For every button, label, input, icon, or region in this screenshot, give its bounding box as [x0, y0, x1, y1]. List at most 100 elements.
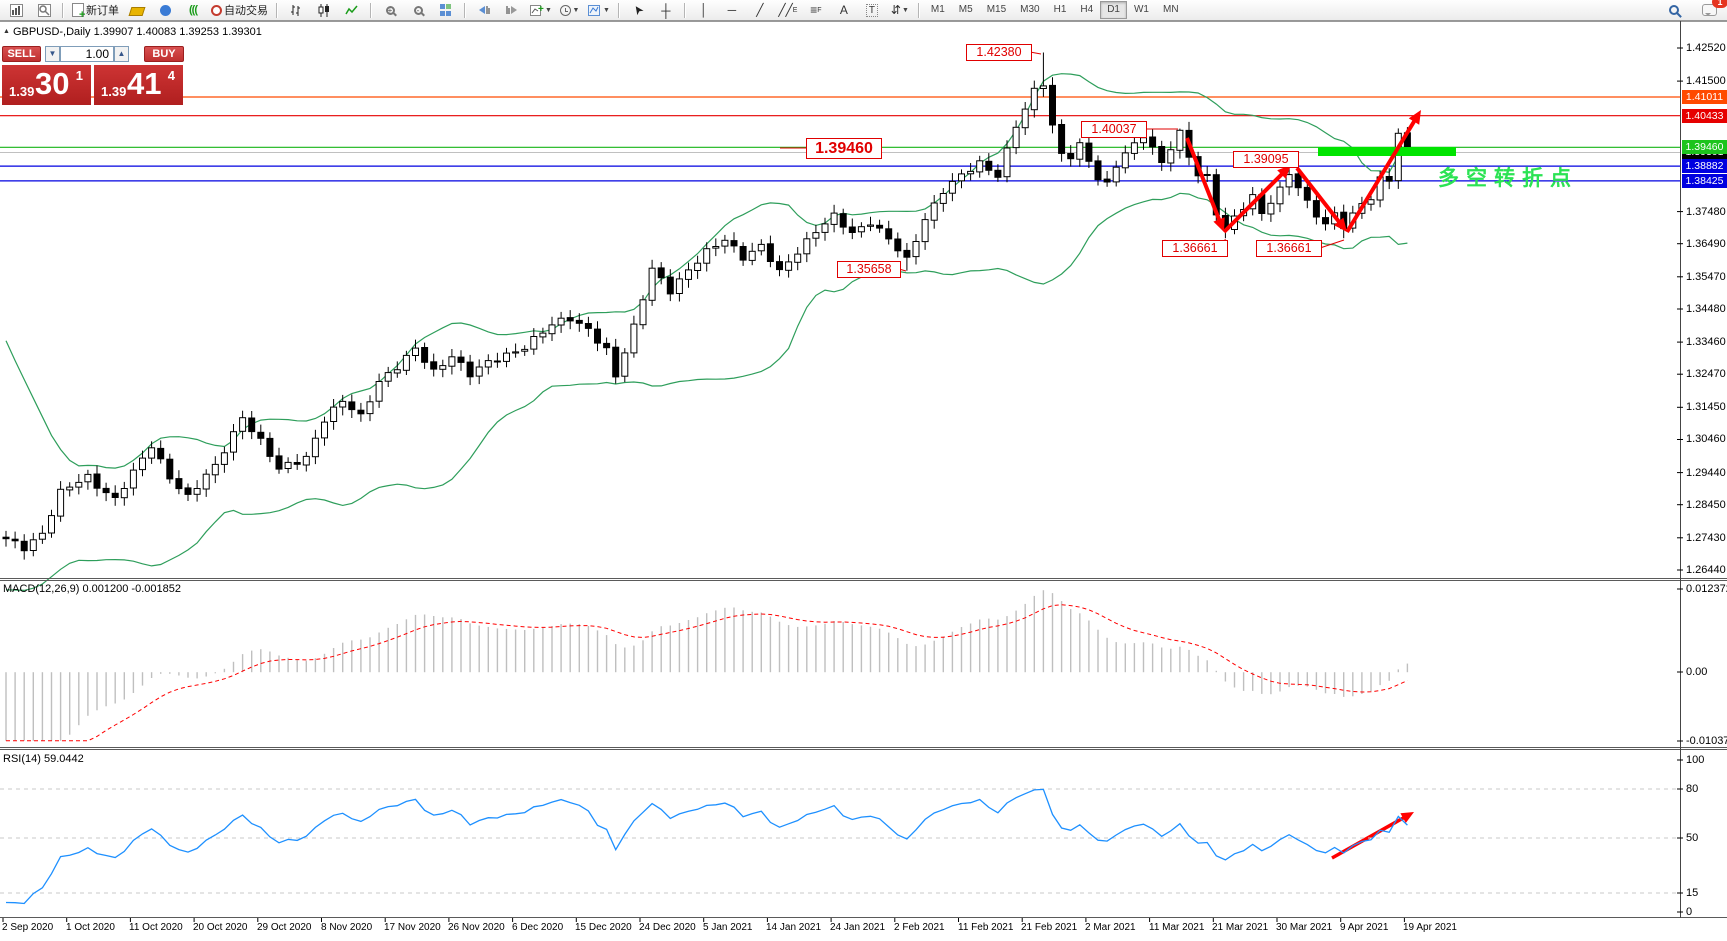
- timeframe-button-M30[interactable]: M30: [1013, 1, 1046, 19]
- date-axis-label[interactable]: 24 Jan 2021: [830, 922, 885, 933]
- volume-input[interactable]: 1.00: [60, 46, 114, 62]
- bar-chart-button[interactable]: [282, 0, 310, 20]
- vertical-line-tool-button[interactable]: │: [690, 0, 718, 20]
- date-axis-label[interactable]: 30 Mar 2021: [1276, 922, 1332, 933]
- macd-axis-tick[interactable]: -0.010374: [1686, 735, 1727, 747]
- date-axis-label[interactable]: 20 Oct 2020: [193, 922, 247, 933]
- text-label-tool-button[interactable]: T: [858, 0, 886, 20]
- timeframe-button-MN[interactable]: MN: [1156, 1, 1186, 19]
- rsi-axis-tick[interactable]: 50: [1686, 832, 1698, 844]
- date-axis-label[interactable]: 21 Mar 2021: [1212, 922, 1268, 933]
- volume-stepper-up[interactable]: ▲: [114, 46, 129, 62]
- cursor-tool-button[interactable]: ➤: [624, 0, 652, 20]
- bull-bear-turning-point-note[interactable]: 多空转折点: [1438, 162, 1578, 192]
- tile-windows-button[interactable]: [432, 0, 460, 20]
- new-order-button[interactable]: + 新订单: [68, 0, 123, 20]
- date-axis-label[interactable]: 24 Dec 2020: [639, 922, 696, 933]
- timeframe-button-M1[interactable]: M1: [924, 1, 952, 19]
- date-axis-label[interactable]: 2 Sep 2020: [2, 922, 53, 933]
- rsi-axis-tick[interactable]: 15: [1686, 887, 1698, 899]
- indicators-button[interactable]: +▼: [526, 0, 556, 20]
- date-axis-label[interactable]: 17 Nov 2020: [384, 922, 441, 933]
- search-button[interactable]: [1660, 0, 1688, 20]
- trendline-tool-button[interactable]: ╱: [746, 0, 774, 20]
- zoom-out-button[interactable]: -: [404, 0, 432, 20]
- notifications-button[interactable]: 1: [1688, 0, 1721, 20]
- templates-button[interactable]: ▼: [584, 0, 614, 20]
- price-axis-tick[interactable]: 1.30460: [1686, 433, 1726, 445]
- price-axis-tick[interactable]: 1.36490: [1686, 238, 1726, 250]
- date-axis-label[interactable]: 5 Jan 2021: [703, 922, 753, 933]
- date-axis-label[interactable]: 21 Feb 2021: [1021, 922, 1077, 933]
- date-axis-label[interactable]: 11 Oct 2020: [129, 922, 183, 933]
- price-axis-tick[interactable]: 1.41500: [1686, 75, 1726, 87]
- rsi-axis-tick[interactable]: 80: [1686, 783, 1698, 795]
- buy-price-display[interactable]: 1.39 41 4: [94, 65, 183, 105]
- price-label-annotation[interactable]: 1.40037: [1081, 121, 1147, 138]
- fibonacci-tool-button[interactable]: ≡F: [802, 0, 830, 20]
- candlestick-chart-button[interactable]: [310, 0, 338, 20]
- price-label-annotation[interactable]: 1.36661: [1256, 240, 1322, 257]
- price-axis-tick[interactable]: 1.42520: [1686, 42, 1726, 54]
- macd-axis-tick[interactable]: 0.00: [1686, 666, 1707, 678]
- date-axis-label[interactable]: 11 Feb 2021: [958, 922, 1013, 933]
- date-axis-label[interactable]: 9 Apr 2021: [1340, 922, 1388, 933]
- date-axis-label[interactable]: 8 Nov 2020: [321, 922, 372, 933]
- date-axis-label[interactable]: 2 Feb 2021: [894, 922, 945, 933]
- price-label-annotation[interactable]: 1.36661: [1162, 240, 1228, 257]
- arrows-tool-button[interactable]: ⇵▼: [886, 0, 914, 20]
- new-chart-button[interactable]: [2, 0, 30, 20]
- price-axis-tick[interactable]: 1.26440: [1686, 564, 1726, 576]
- price-axis-tick[interactable]: 1.35470: [1686, 271, 1726, 283]
- date-axis-label[interactable]: 11 Mar 2021: [1149, 922, 1204, 933]
- timeframe-button-H4[interactable]: H4: [1073, 1, 1100, 19]
- price-label-annotation[interactable]: 1.39460: [806, 138, 882, 159]
- auto-scroll-button[interactable]: [470, 0, 498, 20]
- timeframe-button-D1[interactable]: D1: [1100, 1, 1127, 19]
- profiles-button[interactable]: [30, 0, 58, 20]
- timeframe-button-M5[interactable]: M5: [952, 1, 980, 19]
- community-button[interactable]: [151, 0, 179, 20]
- zoom-in-button[interactable]: +: [376, 0, 404, 20]
- price-label-annotation[interactable]: 1.39095: [1233, 151, 1299, 168]
- buy-button[interactable]: BUY: [144, 46, 184, 62]
- volume-stepper-down[interactable]: ▼: [45, 46, 60, 62]
- one-click-collapse-icon[interactable]: ▲: [3, 28, 10, 35]
- price-label-annotation[interactable]: 1.42380: [966, 44, 1032, 61]
- price-axis-tick[interactable]: 1.32470: [1686, 368, 1726, 380]
- price-axis-tick[interactable]: 1.29440: [1686, 467, 1726, 479]
- date-axis-label[interactable]: 15 Dec 2020: [575, 922, 632, 933]
- date-axis-label[interactable]: 19 Apr 2021: [1403, 922, 1457, 933]
- price-axis-tick[interactable]: 1.33460: [1686, 336, 1726, 348]
- line-chart-button[interactable]: [338, 0, 366, 20]
- date-axis-label[interactable]: 6 Dec 2020: [512, 922, 563, 933]
- crosshair-tool-button[interactable]: ┼: [652, 0, 680, 20]
- price-label-annotation[interactable]: 1.35658: [837, 261, 901, 278]
- text-tool-button[interactable]: A: [830, 0, 858, 20]
- deposit-button[interactable]: [123, 0, 151, 20]
- chart-shift-button[interactable]: [498, 0, 526, 20]
- price-axis-tick[interactable]: 1.27430: [1686, 532, 1726, 544]
- signals-button[interactable]: (((: [179, 0, 207, 20]
- autotrading-button[interactable]: 自动交易: [207, 0, 272, 20]
- timeframe-button-H1[interactable]: H1: [1047, 1, 1074, 19]
- price-axis-tick[interactable]: 1.28450: [1686, 499, 1726, 511]
- date-axis-label[interactable]: 26 Nov 2020: [448, 922, 505, 933]
- date-axis-label[interactable]: 29 Oct 2020: [257, 922, 311, 933]
- rsi-axis-tick[interactable]: 100: [1686, 754, 1704, 766]
- equidistant-channel-tool-button[interactable]: ╱╱E: [774, 0, 802, 20]
- macd-axis-tick[interactable]: 0.012372: [1686, 583, 1727, 595]
- price-axis-tick[interactable]: 1.34480: [1686, 303, 1726, 315]
- date-axis-label[interactable]: 2 Mar 2021: [1085, 922, 1136, 933]
- date-axis-label[interactable]: 14 Jan 2021: [766, 922, 821, 933]
- rsi-axis-tick[interactable]: 0: [1686, 906, 1692, 918]
- horizontal-line-tool-button[interactable]: ─: [718, 0, 746, 20]
- sell-price-display[interactable]: 1.39 30 1: [2, 65, 91, 105]
- periods-button[interactable]: ▼: [556, 0, 584, 20]
- price-axis-tick[interactable]: 1.31450: [1686, 401, 1726, 413]
- timeframe-button-M15[interactable]: M15: [980, 1, 1013, 19]
- timeframe-button-W1[interactable]: W1: [1127, 1, 1156, 19]
- price-axis-tick[interactable]: 1.37480: [1686, 206, 1726, 218]
- date-axis-label[interactable]: 1 Oct 2020: [66, 922, 115, 933]
- sell-button[interactable]: SELL: [2, 46, 41, 62]
